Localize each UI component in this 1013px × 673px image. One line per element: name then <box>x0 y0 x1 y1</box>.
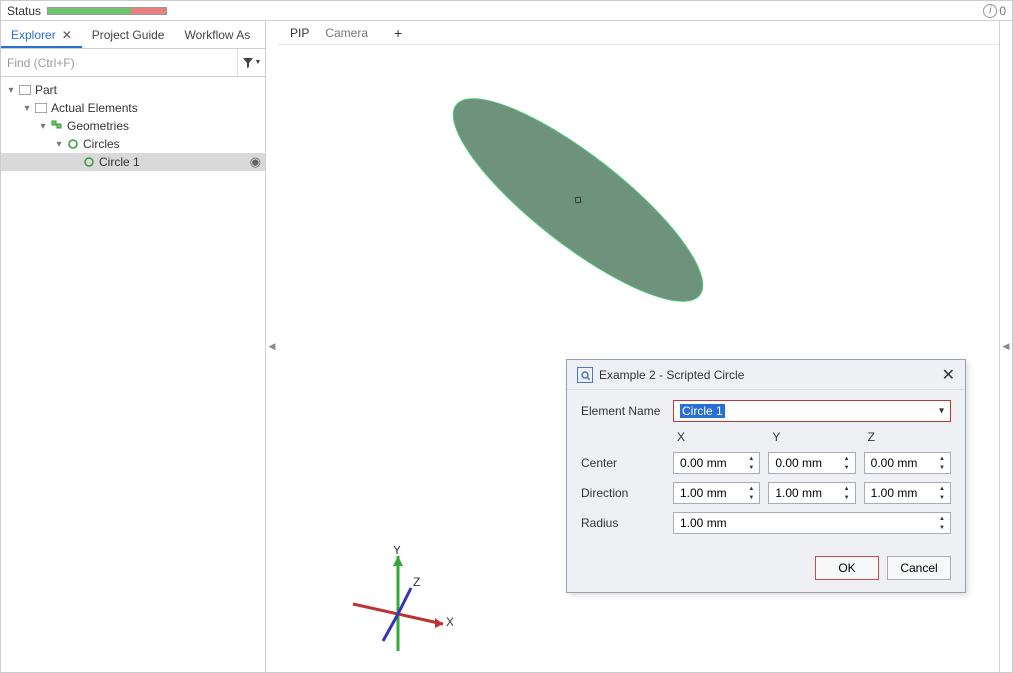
ok-button[interactable]: OK <box>815 556 879 580</box>
folder-icon <box>33 101 49 115</box>
step-up-icon[interactable]: ▲ <box>842 484 852 493</box>
status-bar: Status i 0 <box>1 1 1012 21</box>
tree-item-geometries[interactable]: ▾ Geometries <box>1 117 265 135</box>
tree-label: Circles <box>83 137 120 151</box>
tree-item-actual-elements[interactable]: ▾ Actual Elements <box>1 99 265 117</box>
center-z-input[interactable]: 0.00 mm▲▼ <box>864 452 951 474</box>
center-y-input[interactable]: 0.00 mm▲▼ <box>768 452 855 474</box>
step-down-icon[interactable]: ▼ <box>746 463 756 472</box>
status-label: Status <box>7 4 41 18</box>
view-tab-camera[interactable]: Camera <box>325 26 368 40</box>
filter-button[interactable]: ▼ <box>237 49 265 76</box>
viewport-tabs: PIP Camera + <box>278 21 999 45</box>
visibility-icon[interactable]: ◉ <box>250 154 261 170</box>
right-splitter[interactable]: ◀ <box>1000 21 1012 672</box>
direction-x-input[interactable]: 1.00 mm▲▼ <box>673 482 760 504</box>
step-down-icon[interactable]: ▼ <box>746 493 756 502</box>
tab-label: Workflow As <box>184 28 250 42</box>
tree-label: Geometries <box>67 119 129 133</box>
scripted-circle-dialog: Example 2 - Scripted Circle ✕ Element Na… <box>566 359 966 593</box>
direction-label: Direction <box>581 486 673 500</box>
filter-icon <box>242 57 254 69</box>
tab-explorer[interactable]: Explorer ✕ <box>1 21 82 48</box>
column-y-label: Y <box>768 430 855 444</box>
circle-icon <box>81 155 97 169</box>
tab-project-guide[interactable]: Project Guide <box>82 21 175 48</box>
tree-label: Circle 1 <box>99 155 140 169</box>
chevron-left-icon: ◀ <box>1003 341 1010 352</box>
dialog-title: Example 2 - Scripted Circle <box>599 368 744 382</box>
axis-gizmo: X Y Z <box>343 546 453 656</box>
step-up-icon[interactable]: ▲ <box>746 454 756 463</box>
element-name-combo[interactable]: Circle 1 ▾ <box>673 400 951 422</box>
tree-item-circle-1[interactable]: Circle 1 ◉ <box>1 153 265 171</box>
dialog-titlebar[interactable]: Example 2 - Scripted Circle ✕ <box>567 360 965 390</box>
tab-workflow[interactable]: Workflow As <box>174 21 260 48</box>
info-indicator[interactable]: i 0 <box>983 4 1006 18</box>
center-label: Center <box>581 456 673 470</box>
part-icon <box>17 83 33 97</box>
tree-item-part[interactable]: ▾ Part <box>1 81 265 99</box>
tab-label: Explorer <box>11 28 56 42</box>
geometries-icon <box>49 119 65 133</box>
step-up-icon[interactable]: ▲ <box>842 454 852 463</box>
step-up-icon[interactable]: ▲ <box>937 454 947 463</box>
left-splitter[interactable]: ◀ <box>266 21 278 672</box>
left-panel-tabs: Explorer ✕ Project Guide Workflow As <box>1 21 265 49</box>
direction-z-input[interactable]: 1.00 mm▲▼ <box>864 482 951 504</box>
axis-x-label: X <box>446 615 453 629</box>
info-icon: i <box>983 4 997 18</box>
direction-y-input[interactable]: 1.00 mm▲▼ <box>768 482 855 504</box>
chevron-down-icon: ▼ <box>255 59 262 66</box>
tree-item-circles[interactable]: ▾ Circles <box>1 135 265 153</box>
step-up-icon[interactable]: ▲ <box>746 484 756 493</box>
chevron-down-icon: ▾ <box>21 103 33 114</box>
tree-label: Part <box>35 83 57 97</box>
chevron-down-icon: ▾ <box>939 406 944 417</box>
chevron-down-icon: ▾ <box>5 85 17 96</box>
view-tab-pip[interactable]: PIP <box>290 26 309 40</box>
close-button[interactable]: ✕ <box>942 365 955 385</box>
step-down-icon[interactable]: ▼ <box>937 463 947 472</box>
close-icon[interactable]: ✕ <box>62 28 72 42</box>
tree-label: Actual Elements <box>51 101 138 115</box>
step-up-icon[interactable]: ▲ <box>937 484 947 493</box>
radius-label: Radius <box>581 516 673 530</box>
circle-geometry[interactable] <box>428 69 728 331</box>
add-view-button[interactable]: + <box>394 25 402 41</box>
dialog-icon <box>577 367 593 383</box>
element-name-value: Circle 1 <box>680 404 725 418</box>
column-z-label: Z <box>864 430 951 444</box>
step-down-icon[interactable]: ▼ <box>937 493 947 502</box>
axis-y-label: Y <box>393 546 401 557</box>
left-panel: Explorer ✕ Project Guide Workflow As ▼ ▾… <box>1 21 266 672</box>
find-row: ▼ <box>1 49 265 77</box>
column-x-label: X <box>673 430 760 444</box>
tab-label: Project Guide <box>92 28 165 42</box>
center-x-input[interactable]: 0.00 mm▲▼ <box>673 452 760 474</box>
radius-input[interactable]: 1.00 mm▲▼ <box>673 512 951 534</box>
axis-z-label: Z <box>413 575 420 589</box>
cancel-button[interactable]: Cancel <box>887 556 951 580</box>
step-down-icon[interactable]: ▼ <box>937 523 947 532</box>
step-down-icon[interactable]: ▼ <box>842 493 852 502</box>
explorer-tree: ▾ Part ▾ Actual Elements ▾ Geometries ▾ … <box>1 77 265 672</box>
circles-icon <box>65 137 81 151</box>
chevron-down-icon: ▾ <box>37 121 49 132</box>
step-down-icon[interactable]: ▼ <box>842 463 852 472</box>
step-up-icon[interactable]: ▲ <box>937 514 947 523</box>
info-count: 0 <box>999 4 1006 18</box>
status-progress <box>47 7 167 15</box>
chevron-down-icon: ▾ <box>53 139 65 150</box>
center-marker-icon <box>575 197 582 204</box>
element-name-label: Element Name <box>581 404 673 418</box>
chevron-left-icon: ◀ <box>269 341 276 352</box>
search-input[interactable] <box>1 49 237 76</box>
